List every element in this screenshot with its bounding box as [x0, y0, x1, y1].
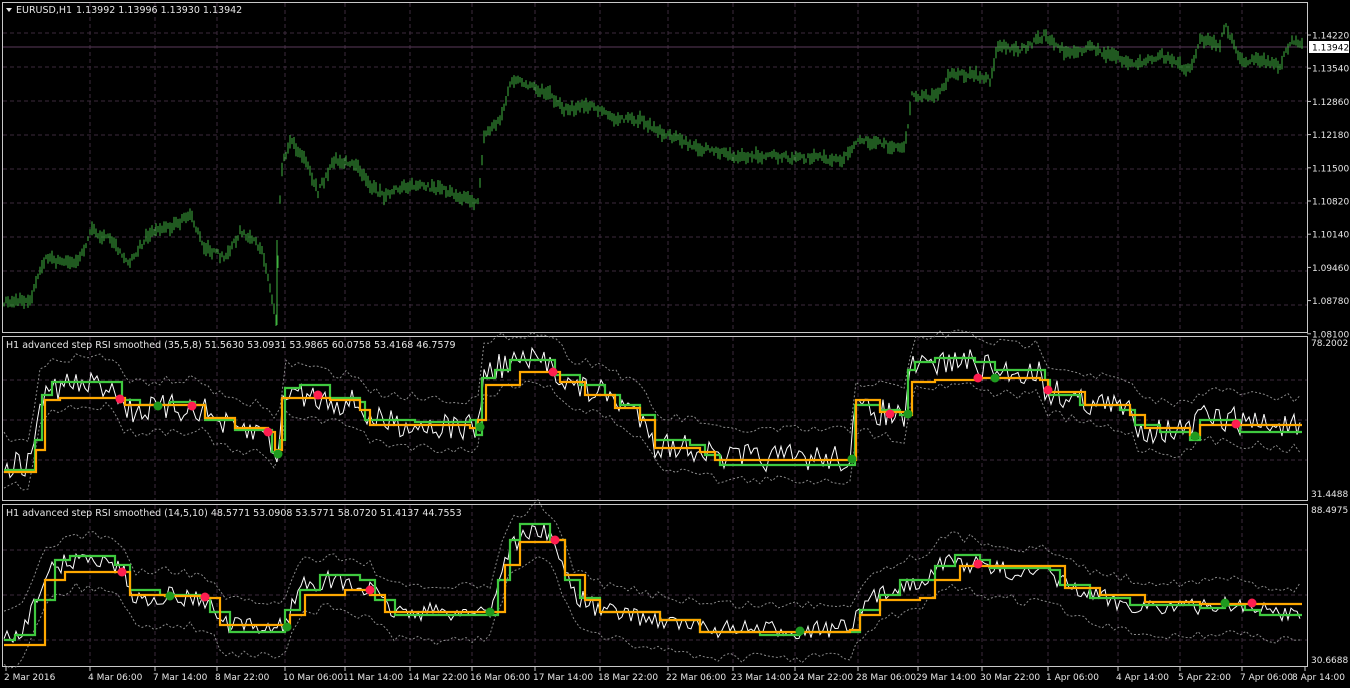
- time-tick-label: 29 Mar 14:00: [916, 673, 976, 683]
- indicator1-title: H1 advanced step RSI smoothed (35,5,8) 5…: [6, 340, 456, 351]
- indicator2-lines: [3, 498, 1302, 669]
- time-tick-label: 7 Mar 14:00: [153, 673, 208, 683]
- raw-rsi-line: [3, 346, 1301, 479]
- sell-signal-dot: [115, 394, 125, 404]
- sell-signal-dot: [1043, 385, 1053, 395]
- time-tick-label: 11 Mar 14:00: [343, 673, 403, 683]
- time-tick-label: 5 Apr 22:00: [1178, 673, 1231, 683]
- raw-rsi-line: [3, 524, 1301, 644]
- time-tick-label: 7 Apr 06:00: [1240, 673, 1293, 683]
- price-tick-label: 1.12180: [1312, 131, 1349, 141]
- time-tick-label: 24 Mar 22:00: [793, 673, 853, 683]
- slow-step-line: [4, 538, 1302, 647]
- buy-signal-dot: [282, 622, 292, 632]
- time-tick-label: 17 Mar 14:00: [533, 673, 593, 683]
- time-axis[interactable]: 2 Mar 2016 4 Mar 06:00 7 Mar 14:00 8 Mar 22…: [4, 667, 1345, 683]
- time-tick-label: 1 Apr 06:00: [1046, 673, 1099, 683]
- sell-signal-dot: [117, 567, 127, 577]
- current-price-text: 1.13942: [1312, 44, 1349, 54]
- sell-signal-dot: [200, 592, 210, 602]
- time-tick-label: 2 Mar 2016: [4, 673, 56, 683]
- time-tick-label: 8 Apr 14:00: [1292, 673, 1345, 683]
- buy-signal-dot: [903, 409, 913, 419]
- price-axis[interactable]: 1.14220 1.13540 1.12860 1.12180 1.11500 1.108…: [1307, 32, 1349, 341]
- sell-signal-dot: [313, 390, 323, 400]
- indicator1-top-value: 78.2002: [1311, 339, 1348, 349]
- fast-step-line: [4, 522, 1302, 642]
- sell-signal-dot: [973, 373, 983, 383]
- sell-signal-dot: [187, 401, 197, 411]
- indicator2-title: H1 advanced step RSI smoothed (14,5,10) …: [6, 508, 462, 519]
- price-tick-label: 1.09460: [1312, 264, 1349, 274]
- time-tick-label: 10 Mar 06:00: [283, 673, 343, 683]
- time-tick-label: 23 Mar 14:00: [731, 673, 791, 683]
- price-tick-label: 1.08780: [1312, 297, 1349, 307]
- symbol-title: EURUSD,H1: [16, 5, 72, 16]
- price-tick-label: 1.13540: [1312, 65, 1349, 75]
- indicator1-lines: [3, 329, 1302, 491]
- time-tick-label: 8 Mar 22:00: [215, 673, 270, 683]
- buy-signal-dot: [485, 607, 495, 617]
- time-tick-label: 14 Mar 22:00: [408, 673, 468, 683]
- sell-signal-dot: [885, 409, 895, 419]
- trading-chart[interactable]: EURUSD,H1 1.13992 1.13996 1.13930 1.1394…: [0, 0, 1350, 688]
- buy-signal-dot: [475, 422, 485, 432]
- ohlc-values: 1.13992 1.13996 1.13930 1.13942: [76, 5, 242, 16]
- price-tick-label: 1.10820: [1312, 198, 1349, 208]
- indicator2-bottom-value: 30.6688: [1311, 656, 1348, 666]
- buy-signal-dot: [847, 454, 857, 464]
- buy-signal-dot: [165, 591, 175, 601]
- time-tick-label: 16 Mar 06:00: [470, 673, 530, 683]
- buy-signal-dot: [1220, 598, 1230, 608]
- current-price-badge: 1.13942: [1309, 41, 1349, 54]
- indicator2-panel-frame[interactable]: [2, 504, 1308, 667]
- sell-signal-dot: [973, 559, 983, 569]
- time-tick-label: 22 Mar 06:00: [666, 673, 726, 683]
- indicator2-top-value: 88.4975: [1311, 506, 1348, 516]
- sell-signal-dot: [263, 427, 273, 437]
- buy-signal-dot: [1190, 431, 1200, 441]
- grid-lines: [3, 3, 1307, 666]
- buy-signal-dot: [795, 626, 805, 636]
- time-tick-label: 4 Apr 14:00: [1116, 673, 1169, 683]
- price-tick-label: 1.14220: [1312, 32, 1349, 42]
- triangle-down-icon[interactable]: [6, 8, 12, 12]
- sell-signal-dot: [1247, 598, 1257, 608]
- indicator1-bottom-value: 31.4488: [1311, 490, 1348, 500]
- buy-signal-dot: [153, 401, 163, 411]
- time-tick-label: 30 Mar 22:00: [980, 673, 1040, 683]
- sell-signal-dot: [365, 585, 375, 595]
- slow-step-line: [4, 370, 1302, 474]
- main-panel-header[interactable]: EURUSD,H1 1.13992 1.13996 1.13930 1.1394…: [6, 5, 242, 16]
- price-bars: [3, 23, 1303, 326]
- buy-signal-dot: [273, 449, 283, 459]
- time-tick-label: 18 Mar 22:00: [598, 673, 658, 683]
- price-tick-label: 1.11500: [1312, 164, 1349, 174]
- sell-signal-dot: [550, 535, 560, 545]
- price-tick-label: 1.10140: [1312, 231, 1349, 241]
- time-tick-label: 4 Mar 06:00: [88, 673, 143, 683]
- sell-signal-dot: [548, 367, 558, 377]
- time-tick-label: 28 Mar 06:00: [856, 673, 916, 683]
- sell-signal-dot: [1231, 419, 1241, 429]
- price-tick-label: 1.12860: [1312, 98, 1349, 108]
- buy-signal-dot: [990, 373, 1000, 383]
